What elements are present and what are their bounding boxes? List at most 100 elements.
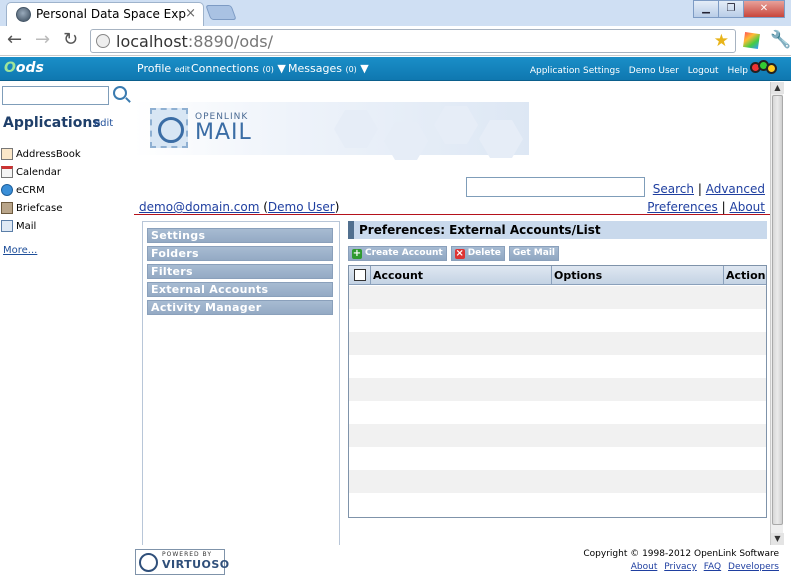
user-row: demo@domain.com (Demo User) Preferences … [134,200,770,215]
mail-search-input[interactable] [466,177,645,197]
table-row [349,355,766,378]
messages-menu[interactable]: Messages (0) ▼ [288,62,369,75]
people-icon[interactable] [750,60,778,76]
powered-by-virtuoso-badge[interactable]: POWERED BY VIRTUOSO [135,549,229,575]
scroll-down-arrow-icon[interactable]: ▼ [771,533,784,545]
delete-x-icon: × [454,247,465,259]
search-links: Search | Advanced [653,182,765,196]
accounts-table: Account Options Action [348,265,767,518]
extension-cube-icon[interactable] [743,32,760,49]
advanced-search-link[interactable]: Advanced [706,182,765,196]
delete-button[interactable]: × Delete [450,246,505,261]
about-link[interactable]: About [730,200,765,214]
search-link[interactable]: Search [653,182,694,196]
sidebar-item-mail[interactable]: Mail [1,219,36,233]
messages-count: (0) [345,65,357,74]
delete-label: Delete [467,248,501,258]
create-account-button[interactable]: + Create Account [348,246,447,261]
sidebar-item-calendar[interactable]: Calendar [1,165,61,179]
forward-arrow-icon[interactable]: → [35,29,50,50]
panel-actions: + Create Account × Delete Get Mail [348,246,563,261]
user-name-link[interactable]: Demo User [268,200,335,214]
sidebar-item-label: Briefcase [16,202,63,214]
connections-menu[interactable]: Connections (0) ▼ [191,62,286,75]
demo-user-link[interactable]: Demo User [629,66,679,76]
table-row [349,286,766,309]
prefs-nav-activity-manager[interactable]: Activity Manager [147,300,333,315]
sidebar-item-label: Mail [16,220,37,232]
separator: | [721,200,726,214]
help-link[interactable]: Help [727,66,748,76]
sidebar-item-ecrm[interactable]: eCRM [1,183,45,197]
prefs-nav-settings[interactable]: Settings [147,228,333,243]
back-arrow-icon[interactable]: ← [7,29,22,50]
external-accounts-panel: Preferences: External Accounts/List + Cr… [348,221,767,518]
get-mail-button[interactable]: Get Mail [508,246,560,261]
copyright-text: Copyright © 1998-2012 OpenLink Software [583,549,779,559]
ods-logo[interactable]: Oods [4,60,44,76]
footer-faq-link[interactable]: FAQ [704,562,721,572]
page-icon [96,34,110,48]
url-host: localhost [116,32,188,51]
footer-privacy-link[interactable]: Privacy [664,562,697,572]
chevron-down-icon: ▼ [360,62,369,75]
ecrm-icon [1,184,13,196]
profile-label[interactable]: Profile [137,62,171,75]
prefs-nav-folders[interactable]: Folders [147,246,333,261]
footer-developers-link[interactable]: Developers [728,562,779,572]
reload-icon[interactable]: ↻ [63,29,78,50]
wrench-icon[interactable]: 🔧 [770,30,791,50]
new-tab-button[interactable] [205,5,237,20]
ods-header-bar: Oods Profile edit Connections (0) ▼ Mess… [0,57,791,81]
more-apps-link[interactable]: More... [3,245,37,256]
applications-sidebar: Applications edit AddressBook Calendar e… [0,82,133,580]
separator: | [697,182,702,196]
sidebar-item-addressbook[interactable]: AddressBook [1,147,81,161]
window-controls: ▁ ❐ ✕ [693,0,785,18]
table-row [349,401,766,424]
table-row [349,493,766,516]
column-action[interactable]: Action [723,266,766,285]
connections-label: Connections [191,62,259,75]
url-path: :8890/ods/ [187,32,273,51]
url-text: localhost:8890/ods/ [116,32,273,51]
table-row [349,424,766,447]
sidebar-search-input[interactable] [2,86,109,105]
addressbook-icon [1,148,13,160]
maximize-button[interactable]: ❐ [718,0,744,18]
profile-edit-link[interactable]: edit [175,65,190,74]
scroll-up-arrow-icon[interactable]: ▲ [771,82,784,94]
banner-brand-main: MAIL [195,120,252,145]
page-scrollbar[interactable]: ▲ ▼ [770,82,784,545]
preferences-link[interactable]: Preferences [647,200,718,214]
bookmark-star-icon[interactable]: ★ [714,31,729,51]
logout-link[interactable]: Logout [688,66,719,76]
table-header: Account Options Action [349,266,766,285]
footer-about-link[interactable]: About [631,562,658,572]
user-email-link[interactable]: demo@domain.com [139,200,259,214]
page-footer: POWERED BY VIRTUOSO Copyright © 1998-201… [134,545,784,580]
browser-tab[interactable]: Personal Data Space Expl × [6,2,204,26]
tab-close-icon[interactable]: × [185,6,196,21]
column-options[interactable]: Options [551,266,723,285]
application-settings-link[interactable]: Application Settings [530,66,620,76]
sidebar-item-briefcase[interactable]: Briefcase [1,201,62,215]
connections-count: (0) [262,65,274,74]
sidebar-item-label: eCRM [16,184,45,196]
prefs-nav-filters[interactable]: Filters [147,264,333,279]
select-all-checkbox[interactable] [354,269,366,281]
footer-links: About Privacy FAQ Developers [627,562,779,572]
table-row [349,378,766,401]
mail-stamp-icon [150,108,188,148]
close-window-button[interactable]: ✕ [743,0,785,18]
search-icon[interactable] [113,86,127,100]
applications-edit-link[interactable]: edit [94,118,113,129]
briefcase-icon [1,202,13,214]
banner-hex-decoration [479,120,523,158]
prefs-nav-external-accounts[interactable]: External Accounts [147,282,333,297]
scroll-thumb[interactable] [772,95,783,525]
minimize-button[interactable]: ▁ [693,0,719,18]
profile-menu[interactable]: Profile edit [137,62,190,75]
column-account[interactable]: Account [370,266,551,285]
address-bar[interactable]: localhost:8890/ods/ ★ [90,29,736,53]
